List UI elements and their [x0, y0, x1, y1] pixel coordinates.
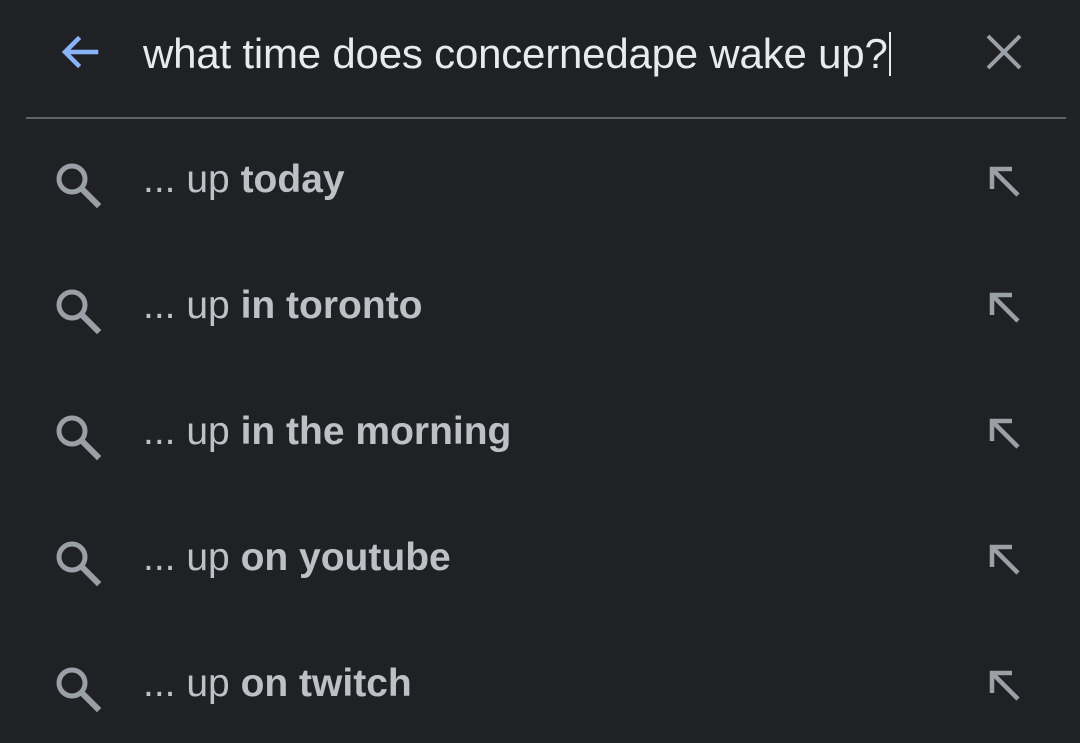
search-icon [50, 157, 106, 213]
search-icon [50, 661, 106, 717]
suggestion-completion: in toronto [240, 284, 423, 327]
suggestion-text: ... up in the morning [143, 407, 511, 457]
back-button[interactable] [48, 22, 112, 86]
suggestion-text: ... up on twitch [143, 659, 412, 709]
suggestion-prefix: ... up [143, 284, 241, 327]
suggestion-completion: in the morning [240, 410, 512, 453]
close-icon [982, 30, 1026, 79]
suggestion-text: ... up on youtube [143, 533, 451, 583]
suggestion-completion: today [240, 158, 345, 201]
search-icon [50, 409, 106, 465]
suggestion-text: ... up today [143, 155, 345, 205]
suggestion-item[interactable]: ... up on twitch [0, 623, 1080, 743]
search-bar: what time does concernedape wake up? [0, 0, 1080, 118]
suggestion-prefix: ... up [143, 662, 241, 705]
arrow-up-left-icon [984, 413, 1024, 458]
suggestion-prefix: ... up [143, 158, 241, 201]
arrow-up-left-icon [984, 161, 1024, 206]
suggestion-completion: on youtube [240, 536, 451, 579]
suggestion-prefix: ... up [143, 410, 241, 453]
search-query-text: what time does concernedape wake up? [143, 30, 888, 77]
suggestion-item[interactable]: ... up in toronto [0, 245, 1080, 371]
arrow-up-left-icon [984, 665, 1024, 710]
search-icon [50, 283, 106, 339]
fill-query-button[interactable] [976, 407, 1032, 463]
fill-query-button[interactable] [976, 155, 1032, 211]
suggestion-prefix: ... up [143, 536, 241, 579]
arrow-left-icon [56, 28, 104, 81]
suggestion-item[interactable]: ... up today [0, 119, 1080, 245]
fill-query-button[interactable] [976, 281, 1032, 337]
arrow-up-left-icon [984, 539, 1024, 584]
search-screen: what time does concernedape wake up? ...… [0, 0, 1080, 743]
search-input[interactable]: what time does concernedape wake up? [143, 28, 891, 80]
search-icon [50, 535, 106, 591]
fill-query-button[interactable] [976, 659, 1032, 715]
suggestion-item[interactable]: ... up in the morning [0, 371, 1080, 497]
suggestion-text: ... up in toronto [143, 281, 423, 331]
suggestion-list: ... up today ... up in toronto ... up in… [0, 119, 1080, 743]
arrow-up-left-icon [984, 287, 1024, 332]
suggestion-completion: on twitch [240, 662, 412, 705]
fill-query-button[interactable] [976, 533, 1032, 589]
suggestion-item[interactable]: ... up on youtube [0, 497, 1080, 623]
clear-button[interactable] [972, 22, 1036, 86]
text-cursor [888, 32, 891, 76]
